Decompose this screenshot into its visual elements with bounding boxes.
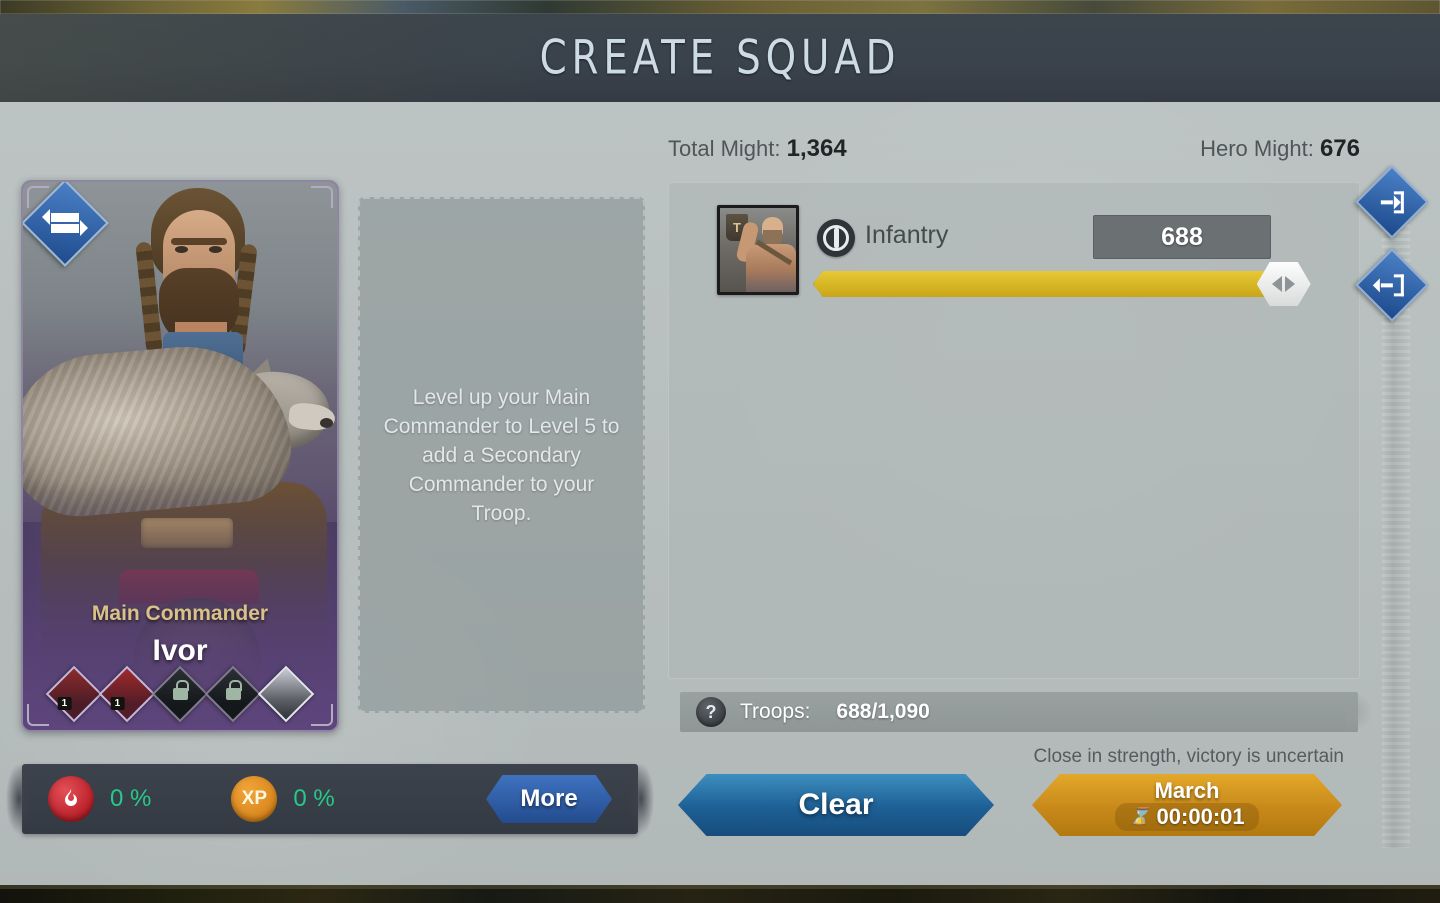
skill-slot-3[interactable]	[151, 665, 209, 723]
bonus-stat: 0 %	[48, 776, 151, 822]
chevron-right-icon	[1285, 276, 1296, 292]
troop-type-label: Infantry	[865, 221, 949, 249]
march-timer: ⌛ 00:00:01	[1115, 802, 1259, 831]
more-button[interactable]: More	[486, 775, 612, 823]
arrow-out-of-bracket-icon	[1380, 274, 1404, 296]
commander-skill-row: 1 1	[23, 665, 337, 723]
march-button[interactable]: March ⌛ 00:00:01	[1032, 774, 1342, 836]
commander-role-label: Main Commander	[91, 602, 269, 625]
flame-icon	[48, 776, 94, 822]
slider-fill	[813, 271, 1275, 297]
troop-count-value[interactable]: 688	[1093, 215, 1271, 259]
total-might-label: Total Might:	[668, 136, 781, 161]
skill-level-badge: 1	[110, 697, 125, 711]
arrow-into-bracket-icon	[1380, 191, 1404, 213]
skill-level-badge: 1	[57, 697, 72, 711]
battle-outcome-warning: Close in strength, victory is uncertain	[1033, 746, 1344, 767]
main-commander-card[interactable]: Main Commander Ivor 1 1	[21, 180, 339, 732]
infantry-emblem-icon	[817, 219, 855, 257]
skill-slot-4[interactable]	[204, 665, 262, 723]
game-background-top-strip	[0, 0, 1440, 14]
lock-icon	[225, 688, 241, 700]
lock-icon	[172, 688, 188, 700]
clear-button[interactable]: Clear	[678, 774, 994, 836]
hero-might: Hero Might: 676	[1200, 135, 1360, 163]
secondary-commander-slot[interactable]: Level up your Main Commander to Level 5 …	[358, 197, 645, 713]
might-summary-row: Total Might: 1,364 Hero Might: 676	[668, 132, 1360, 166]
skill-slot-5[interactable]	[257, 665, 315, 723]
troops-value: 688/1,090	[836, 700, 930, 723]
chevron-left-icon	[1272, 276, 1283, 292]
troop-row-infantry[interactable]: T Infantry 688	[717, 205, 1337, 306]
skill-slot-2[interactable]: 1	[98, 665, 156, 723]
commander-stats-bar: 0 % XP 0 % More	[6, 764, 654, 834]
screen-header: CREATE SQUAD	[0, 14, 1440, 102]
xp-icon: XP	[231, 776, 278, 822]
hero-might-value: 676	[1319, 135, 1360, 162]
hero-might-label: Hero Might:	[1200, 136, 1314, 161]
skill-slot-1[interactable]: 1	[45, 665, 103, 723]
troops-summary-bar: ? Troops: 688/1,090	[680, 692, 1372, 732]
total-might-value: 1,364	[786, 135, 847, 162]
xp-stat: XP 0 %	[231, 776, 335, 822]
card-corner-ornament	[311, 186, 333, 208]
march-timer-value: 00:00:01	[1156, 803, 1245, 829]
troop-amount-slider[interactable]	[813, 262, 1311, 306]
total-might: Total Might: 1,364	[668, 135, 847, 163]
bonus-value: 0 %	[110, 785, 152, 812]
troop-list-panel: T Infantry 688	[668, 182, 1360, 679]
game-background-bottom-strip	[0, 885, 1440, 903]
page-title: CREATE SQUAD	[539, 30, 901, 86]
commander-name: Ivor	[152, 634, 208, 667]
troop-portrait-thumbnail[interactable]: T	[717, 205, 799, 295]
secondary-commander-message: Level up your Main Commander to Level 5 …	[383, 385, 620, 525]
slider-handle[interactable]	[1256, 262, 1311, 306]
xp-value: 0 %	[293, 785, 335, 812]
march-label: March	[1154, 777, 1220, 803]
question-mark-icon[interactable]: ?	[696, 697, 726, 727]
swap-arrows-icon	[51, 213, 79, 233]
hourglass-icon: ⌛	[1129, 806, 1151, 826]
create-squad-screen: CREATE SQUAD Main Commander Ivor 1 1 0 %…	[0, 0, 1440, 903]
troops-label: Troops:	[740, 700, 811, 723]
